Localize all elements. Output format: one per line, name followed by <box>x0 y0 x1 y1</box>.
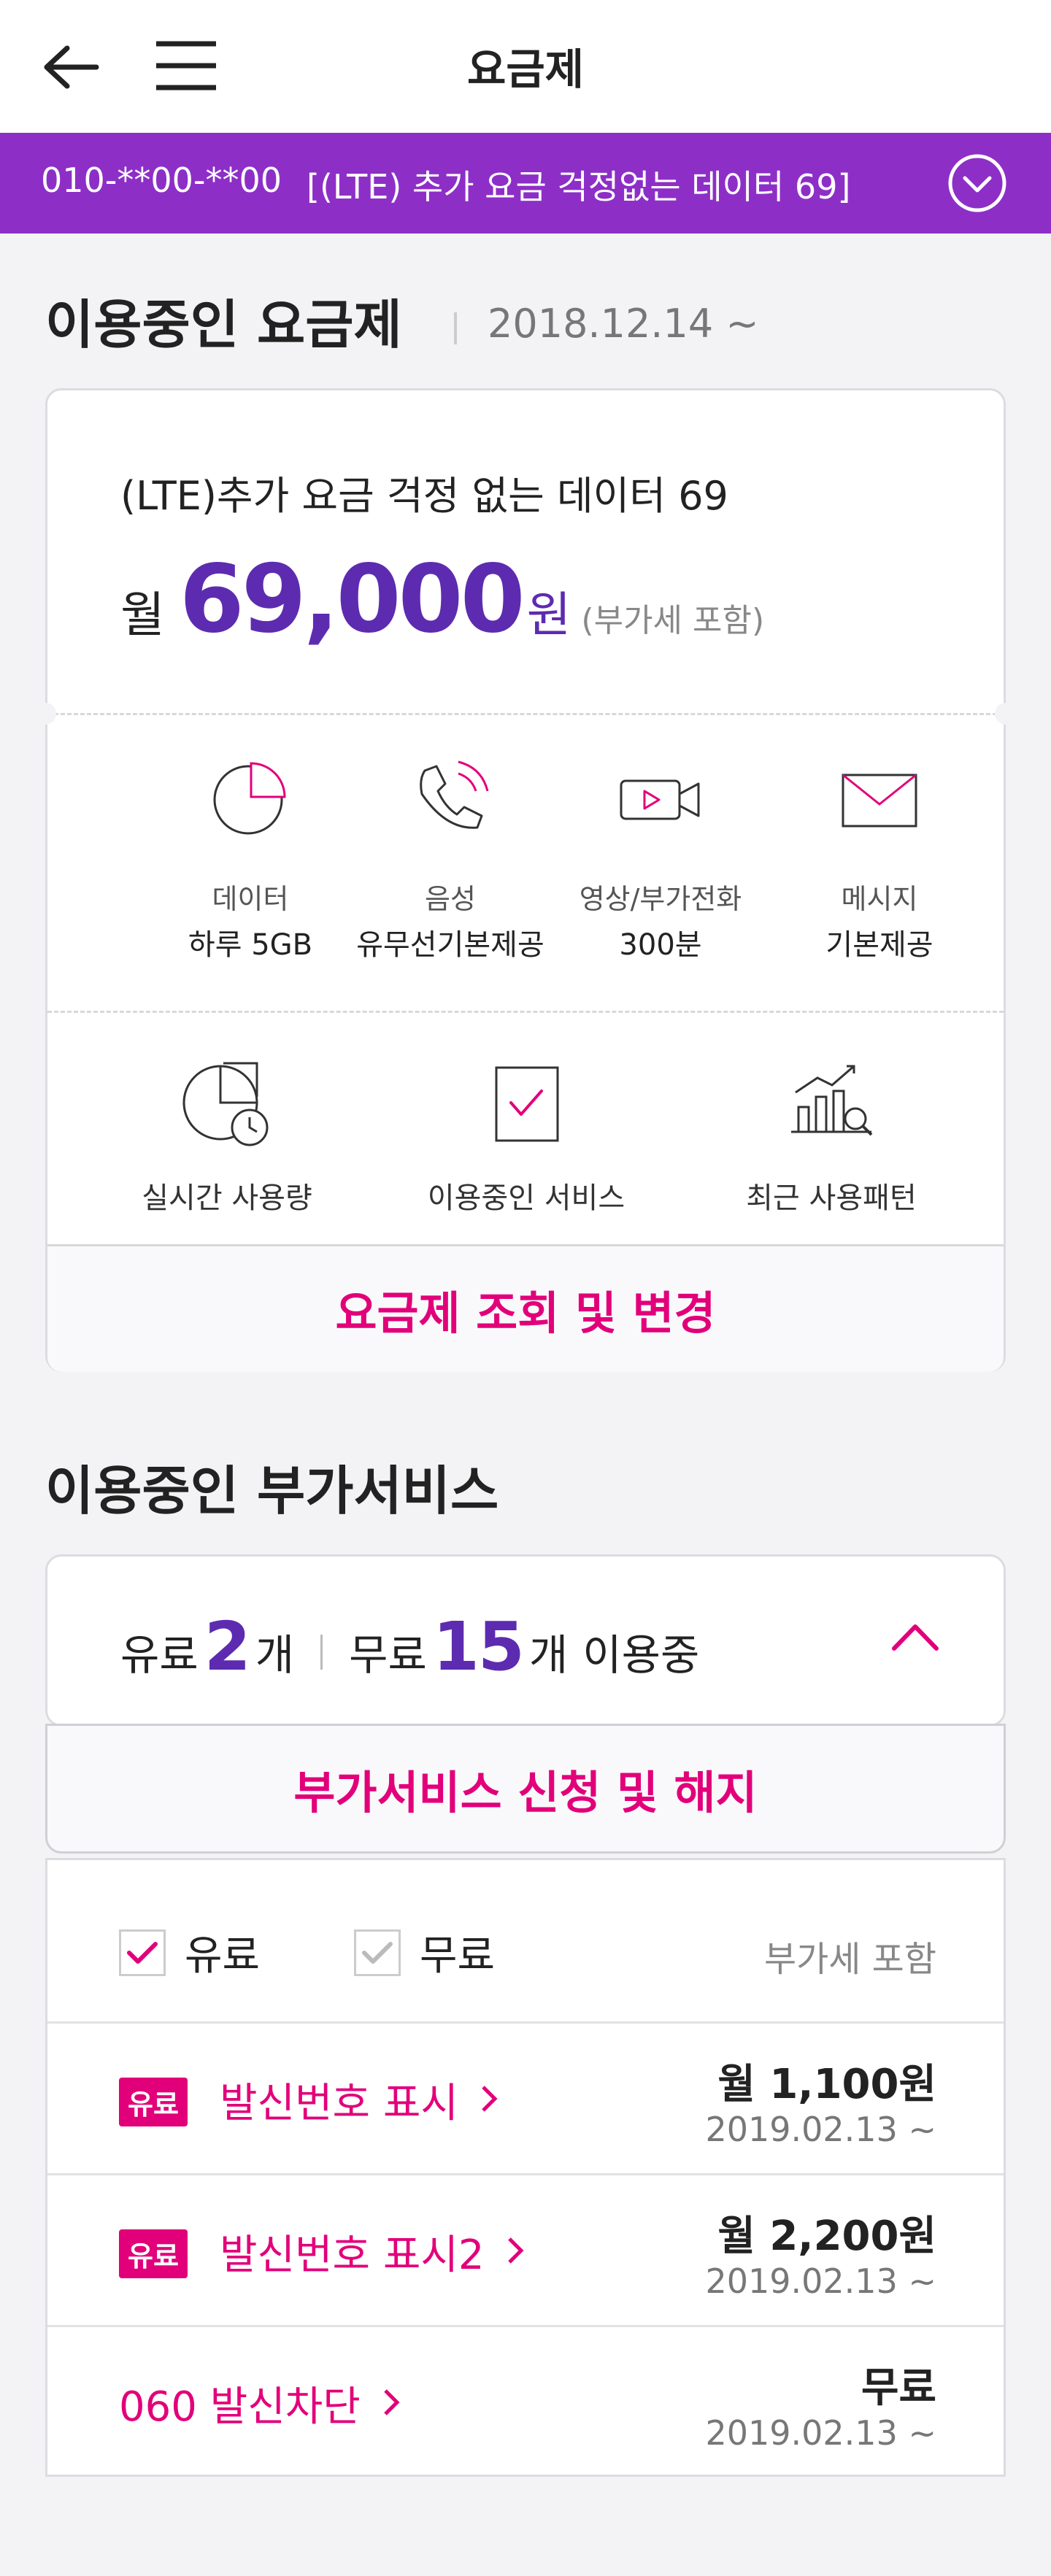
free-count: 15 <box>432 1608 525 1686</box>
page-title: 요금제 <box>466 45 585 94</box>
filter-free-checkbox[interactable]: 무료 <box>354 1923 495 1982</box>
realtime-usage-icon <box>96 1056 358 1151</box>
addon-price: 월 2,200원 <box>717 2213 936 2260</box>
addon-name: 060 발신차단 <box>119 2383 361 2431</box>
current-plan-title: 이용중인 요금제 <box>45 294 402 355</box>
chevron-right-icon <box>480 2076 498 2124</box>
addon-summary: 유료 2 개 무료 15 개 이용중 <box>120 1608 699 1686</box>
addon-manage-button[interactable]: 부가서비스 신청 및 해지 <box>45 1724 1006 1854</box>
paid-count: 2 <box>204 1608 251 1686</box>
divider <box>47 1011 1004 1013</box>
price-prefix: 월 <box>120 587 165 643</box>
feature-label: 음성 <box>425 883 476 915</box>
addon-name-link[interactable]: 060 발신차단 <box>119 2374 400 2433</box>
pie-chart-icon <box>141 754 360 841</box>
usage-trend-icon <box>700 1056 963 1151</box>
app-header: 요금제 <box>0 0 1051 133</box>
count-unit: 개 <box>255 1630 295 1680</box>
price-unit: 원 <box>526 587 571 643</box>
count-unit: 개 <box>528 1630 569 1680</box>
realtime-usage-button[interactable]: 실시간 사용량 <box>96 1056 358 1216</box>
feature-message: 메시지 기본제공 <box>770 754 989 963</box>
utility-label: 실시간 사용량 <box>142 1181 312 1215</box>
price-vat-note: (부가세 포함) <box>581 602 765 639</box>
chevron-up-icon[interactable] <box>891 1621 939 1656</box>
addon-filter-row: 유료 무료 부가세 포함 <box>47 1860 1004 2024</box>
paid-label: 유료 <box>120 1630 199 1680</box>
feature-value: 기본제공 <box>825 928 933 962</box>
video-call-icon <box>551 754 770 841</box>
list-item[interactable]: 유료 발신번호 표시2 월 2,200원 2019.02.13 ~ <box>47 2175 1004 2327</box>
utility-label: 최근 사용패턴 <box>746 1181 917 1215</box>
current-plan-card: (LTE)추가 요금 걱정 없는 데이터 69 월 69,000 원 (부가세 … <box>34 388 1017 1372</box>
chevron-right-icon <box>382 2380 400 2427</box>
checkmark-icon <box>354 1929 401 1976</box>
chevron-right-icon <box>507 2228 524 2275</box>
list-item[interactable]: 유료 발신번호 표시 월 1,100원 2019.02.13 ~ <box>47 2024 1004 2175</box>
feature-voice: 음성 유무선기본제공 <box>341 754 560 963</box>
addon-name: 발신번호 표시 <box>220 2080 458 2127</box>
divider <box>47 713 1004 715</box>
divider <box>454 312 457 344</box>
price-amount: 69,000 <box>179 545 526 654</box>
addon-price: 무료 <box>861 2364 936 2412</box>
feature-value: 유무선기본제공 <box>356 928 544 962</box>
list-item[interactable]: 060 발신차단 무료 2019.02.13 ~ <box>47 2327 1004 2479</box>
divider <box>320 1635 323 1670</box>
feature-label: 영상/부가전화 <box>579 883 742 915</box>
addon-date: 2019.02.13 ~ <box>705 2413 936 2453</box>
paid-badge: 유료 <box>119 2229 188 2278</box>
card-notch <box>995 703 1017 725</box>
line-plan-name: [(LTE) 추가 요금 걱정없는 데이터 69] <box>307 167 851 207</box>
feature-data: 데이터 하루 5GB <box>141 754 360 963</box>
phone-number: 010-**00-**00 <box>41 161 282 200</box>
services-in-use-button[interactable]: 이용중인 서비스 <box>395 1056 658 1216</box>
addon-date: 2019.02.13 ~ <box>705 2261 936 2301</box>
envelope-icon <box>770 754 989 841</box>
filter-paid-checkbox[interactable]: 유료 <box>119 1923 260 1982</box>
usage-pattern-button[interactable]: 최근 사용패턴 <box>700 1056 963 1216</box>
feature-label: 데이터 <box>212 883 289 915</box>
in-use-label: 이용중 <box>582 1630 700 1680</box>
addons-title: 이용중인 부가서비스 <box>45 1460 499 1522</box>
feature-value: 300분 <box>619 928 702 962</box>
addon-summary-card[interactable]: 유료 2 개 무료 15 개 이용중 <box>45 1554 1006 1727</box>
filter-label: 무료 <box>420 1932 496 1980</box>
paid-badge: 유료 <box>119 2078 188 2126</box>
addon-name-link[interactable]: 발신번호 표시 <box>220 2070 498 2129</box>
filter-label: 유료 <box>185 1932 261 1980</box>
free-label: 무료 <box>349 1630 427 1680</box>
addon-price: 월 1,100원 <box>717 2061 936 2108</box>
plan-start-date: 2018.12.14 ~ <box>488 301 759 347</box>
plan-name: (LTE)추가 요금 걱정 없는 데이터 69 <box>120 473 728 519</box>
utility-label: 이용중인 서비스 <box>427 1181 625 1215</box>
checked-document-icon <box>395 1056 658 1151</box>
phone-call-icon <box>341 754 560 841</box>
addon-date: 2019.02.13 ~ <box>705 2110 936 2149</box>
feature-label: 메시지 <box>841 883 918 915</box>
card-notch <box>34 703 56 725</box>
plan-price: 월 69,000 원 (부가세 포함) <box>120 545 764 654</box>
feature-video-call: 영상/부가전화 300분 <box>551 754 770 963</box>
plan-change-button[interactable]: 요금제 조회 및 변경 <box>47 1244 1004 1372</box>
checkmark-icon <box>119 1929 166 1976</box>
line-selector[interactable]: 010-**00-**00 [(LTE) 추가 요금 걱정없는 데이터 69] <box>0 133 1051 234</box>
chevron-down-circle-icon[interactable] <box>947 153 1007 216</box>
addon-list-card: 유료 무료 부가세 포함 유료 발신번호 표시 월 1,100원 2019.02… <box>45 1858 1006 2477</box>
addon-name-link[interactable]: 발신번호 표시2 <box>220 2222 524 2281</box>
vat-note: 부가세 포함 <box>763 1939 936 1980</box>
addon-name: 발신번호 표시2 <box>220 2232 485 2279</box>
feature-value: 하루 5GB <box>188 928 313 962</box>
